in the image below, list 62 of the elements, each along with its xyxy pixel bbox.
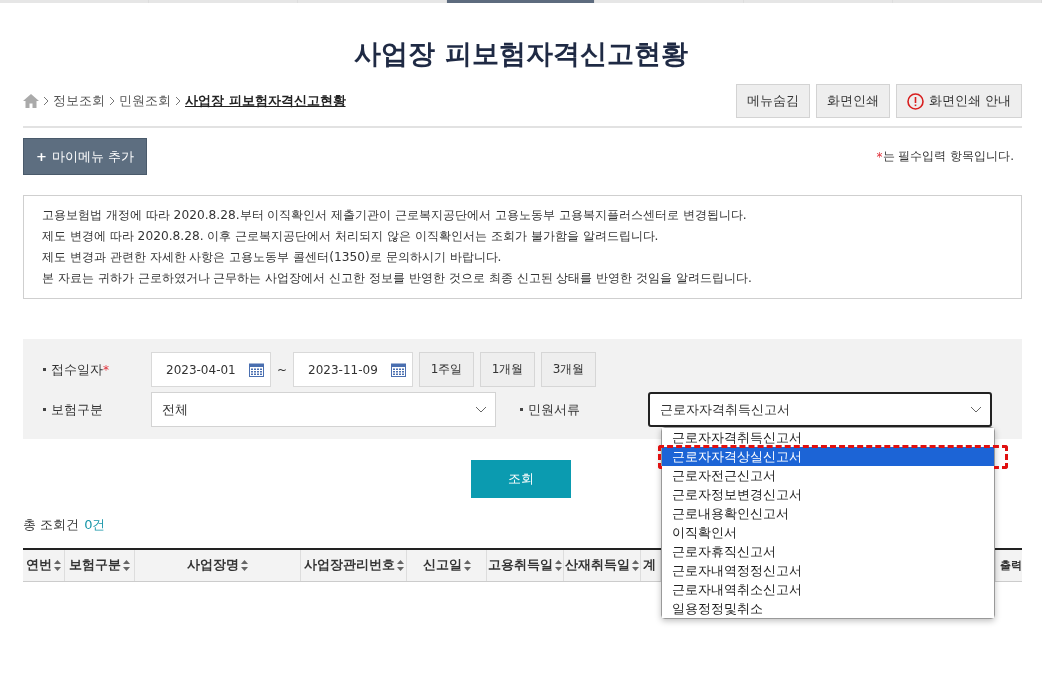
chevron-right-icon [109,96,115,106]
column-header[interactable]: 고용취득일 [487,550,564,581]
field-label: 접수일자 [51,360,103,379]
dropdown-option[interactable]: 근로자정보변경신고서 [662,485,994,504]
column-header[interactable]: 신고일 [407,550,487,581]
column-header[interactable]: 사업장명 [135,550,301,581]
header-button[interactable]: 화면인쇄 안내 [895,84,1022,118]
required-note: 는 필수입력 항목입니다. [882,148,1014,165]
dropdown-option[interactable]: 근로자자격취득신고서 [662,428,994,447]
dropdown-option[interactable]: 근로자휴직신고서 [662,542,994,561]
dropdown-option[interactable]: 근로자전근신고서 [662,466,994,485]
breadcrumb-link[interactable]: 정보조회 [53,92,105,110]
sort-icon[interactable] [632,560,639,571]
field-label: 보험구분 [51,400,103,419]
sort-icon[interactable] [241,560,248,571]
sort-icon[interactable] [54,560,61,571]
column-header[interactable]: 보험구분 [65,550,135,581]
header-button[interactable]: 화면인쇄 [815,84,890,118]
required-mark: * [876,149,883,164]
calendar-icon[interactable] [391,362,407,377]
chevron-down-icon [970,406,982,413]
breadcrumb-link[interactable]: 민원조회 [119,92,171,110]
my-menu-add-button[interactable]: + 마이메뉴 추가 [23,138,148,175]
dropdown-option[interactable]: 근로자내역취소신고서 [662,580,994,599]
dropdown-option[interactable]: 일용정정및취소 [662,599,994,618]
field-label: 민원서류 [528,400,580,419]
alert-icon [906,92,924,110]
period-button[interactable]: 1개월 [480,352,536,387]
sort-icon[interactable] [123,560,130,571]
plus-icon: + [36,148,47,164]
calendar-icon[interactable] [249,362,264,377]
bullet-icon [520,408,523,411]
breadcrumb-link[interactable]: 사업장 피보험자격신고현황 [185,92,346,110]
sort-icon[interactable] [463,560,471,571]
bullet-icon [43,408,46,411]
sort-icon[interactable] [396,560,404,571]
period-button[interactable]: 1주일 [419,352,475,387]
column-header[interactable]: 계 [641,550,661,581]
dropdown-option[interactable]: 근로내용확인신고서 [662,504,994,523]
bullet-icon [43,368,46,371]
column-header[interactable]: 사업장관리번호 [301,550,407,581]
required-mark: * [103,362,109,377]
notice-text: 고용보험법 개정에 따라 2020.8.28.부터 이직확인서 제출기관이 근로복지공단에서 고용노동부 고용복지플러스센터로 변경됩니다. 제도 변경에 따라 2020.8.28. 이후 근로복지공단에서 처리되지 않은 이직확인서는 조회가 불가함을 알려드립니다. 제도 변경과 관련한 자세한 사항은 고용노동부 콜센터(1350)로 문의하시기 바랍니다. 본 자료는 귀하가 근로하였거나 근무하는 사업장에서 신고한 정보를 반영한 것으로 최종 신고된 상태를 반영한 것임을 알려드립니다. [23,195,1022,299]
sort-icon[interactable] [555,560,562,571]
page-title: 사업장 피보험자격신고현황 [353,37,689,71]
column-header[interactable]: 출력 [996,550,1022,581]
column-header[interactable]: 산재취득일 [564,550,641,581]
date-field[interactable]: 2023-04-01 [151,352,271,387]
total-label: 총 조회건 [23,516,80,534]
total-count: 0건 [84,516,106,534]
dropdown-option[interactable]: 근로자내역정정신고서 [662,561,994,580]
chevron-down-icon [475,406,487,413]
dropdown-option[interactable]: 이직확인서 [662,523,994,542]
header-button[interactable]: 메뉴숨김 [735,84,810,118]
range-separator: ~ [277,362,288,377]
date-field[interactable]: 2023-11-09 [293,352,414,387]
period-button[interactable]: 3개월 [541,352,597,387]
column-header[interactable]: 연번 [23,550,65,581]
insurance-select[interactable]: 전체 [151,392,496,427]
chevron-right-icon [175,96,181,106]
document-select[interactable]: 근로자자격취득신고서 [648,392,992,427]
chevron-right-icon [43,96,49,106]
